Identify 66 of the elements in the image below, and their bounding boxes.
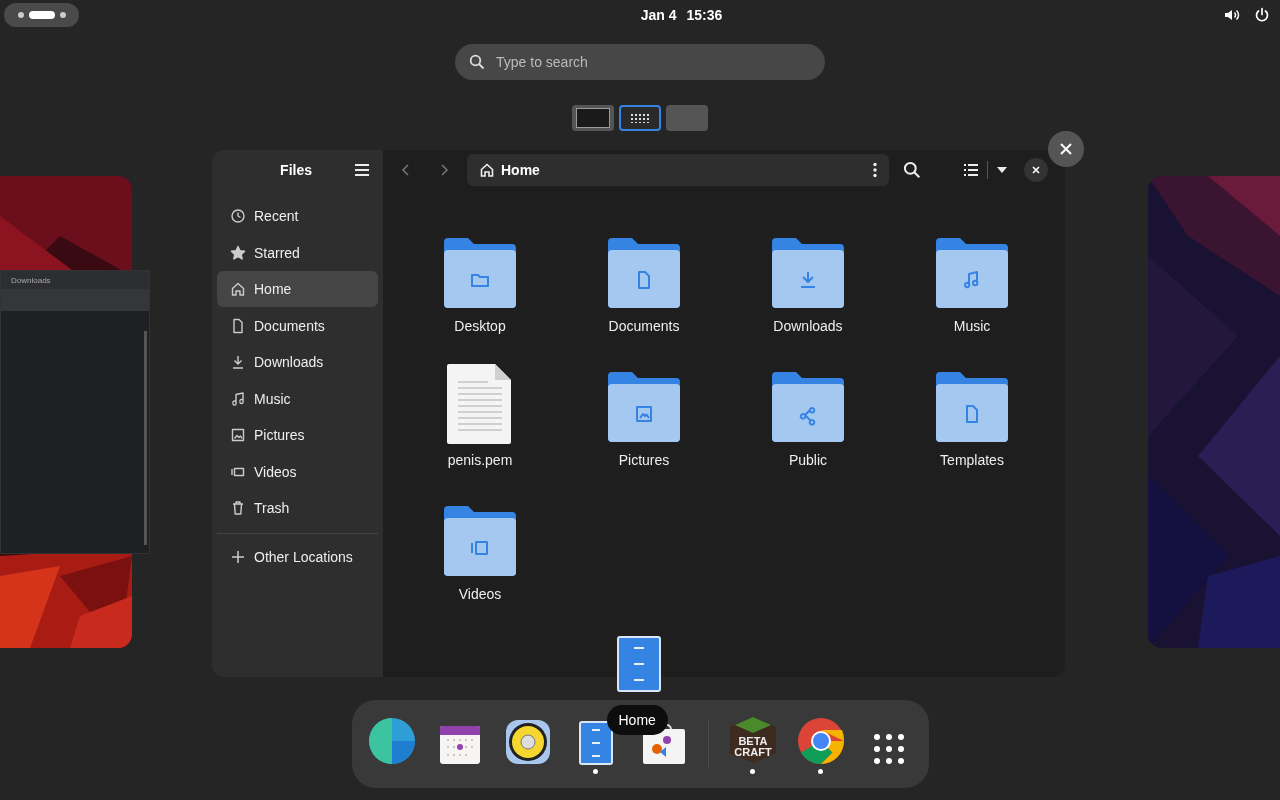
search-field[interactable]: Type to search — [455, 44, 825, 80]
close-button[interactable] — [1024, 158, 1048, 182]
file-name: Public — [788, 452, 828, 468]
download-icon — [230, 354, 246, 370]
home-icon — [479, 162, 495, 178]
file-name: Music — [953, 318, 991, 334]
power-icon[interactable] — [1254, 7, 1270, 23]
close-icon — [1031, 165, 1041, 175]
path-bar[interactable]: Home — [467, 154, 889, 186]
game-block-icon[interactable]: BETA CRAFT — [727, 715, 778, 765]
clock[interactable]: Jan 4 15:36 — [640, 7, 723, 23]
sidebar-item[interactable]: Downloads — [217, 344, 378, 380]
path-text: Home — [501, 162, 541, 178]
sidebar-title: Files — [280, 162, 312, 178]
clock-icon — [230, 208, 246, 224]
volume-icon[interactable] — [1224, 7, 1240, 23]
file-name: Downloads — [773, 318, 843, 334]
date-text: Jan 4 — [640, 7, 677, 23]
tooltip: Home — [606, 705, 668, 735]
file-name: Desktop — [454, 318, 506, 334]
file-name: Documents — [608, 318, 680, 334]
document-icon — [230, 317, 246, 334]
search-icon[interactable] — [903, 161, 921, 179]
time-text: 15:36 — [686, 7, 723, 23]
workspace-thumbnail[interactable] — [619, 105, 661, 131]
home-icon — [230, 281, 246, 297]
app-grid-icon[interactable] — [872, 733, 905, 765]
calendar-icon[interactable] — [438, 725, 481, 765]
music-note-icon — [230, 390, 246, 407]
globe-icon[interactable] — [367, 717, 416, 765]
sidebar-item[interactable]: Music — [217, 380, 378, 417]
workspace-indicator[interactable] — [4, 3, 79, 27]
sidebar-item[interactable]: Trash — [217, 490, 378, 526]
speaker-icon[interactable] — [504, 719, 551, 765]
browser-window-preview[interactable]: Downloads — [0, 270, 150, 554]
workspace-thumbnail[interactable] — [666, 105, 708, 131]
close-icon — [1059, 142, 1073, 156]
close-button[interactable] — [1048, 131, 1084, 167]
star-icon — [230, 244, 246, 261]
sidebar-item[interactable]: Pictures — [217, 417, 378, 453]
file-name: Videos — [458, 586, 502, 602]
caret-icon — [996, 166, 1008, 174]
menu-icon[interactable] — [354, 163, 370, 177]
search-icon — [469, 54, 485, 70]
sidebar-item[interactable]: Home — [217, 271, 378, 307]
file-name: Templates — [940, 452, 1004, 468]
sidebar-item[interactable]: Other Locations — [217, 539, 378, 575]
sidebar-item[interactable]: Recent — [217, 198, 378, 234]
back-icon[interactable] — [401, 163, 411, 177]
workspace-thumbnail[interactable] — [572, 105, 614, 131]
sidebar-item[interactable]: Videos — [217, 453, 378, 490]
tab-label: Downloads — [11, 275, 51, 285]
file-cabinet-icon[interactable] — [578, 721, 613, 765]
files-window[interactable]: Files Recent Starred Home Documents Downloads Music Pictures Videos Trash Other Locations Home Desktop Documents Downloads Music penis.pem Pictures Public Templates Videos — [212, 150, 1065, 677]
list-icon — [963, 163, 979, 177]
sidebar-item[interactable]: Starred — [217, 234, 378, 271]
sidebar-item[interactable]: Documents — [217, 307, 378, 344]
more-icon[interactable] — [873, 162, 877, 178]
image-icon — [230, 427, 246, 443]
trash-icon — [230, 500, 246, 516]
file-name: Pictures — [618, 452, 670, 468]
forward-icon[interactable] — [439, 163, 449, 177]
browser-icon[interactable] — [796, 717, 845, 765]
plus-icon — [230, 549, 246, 565]
shopping-bag-icon[interactable] — [641, 723, 686, 765]
file-name: penis.pem — [447, 452, 513, 468]
